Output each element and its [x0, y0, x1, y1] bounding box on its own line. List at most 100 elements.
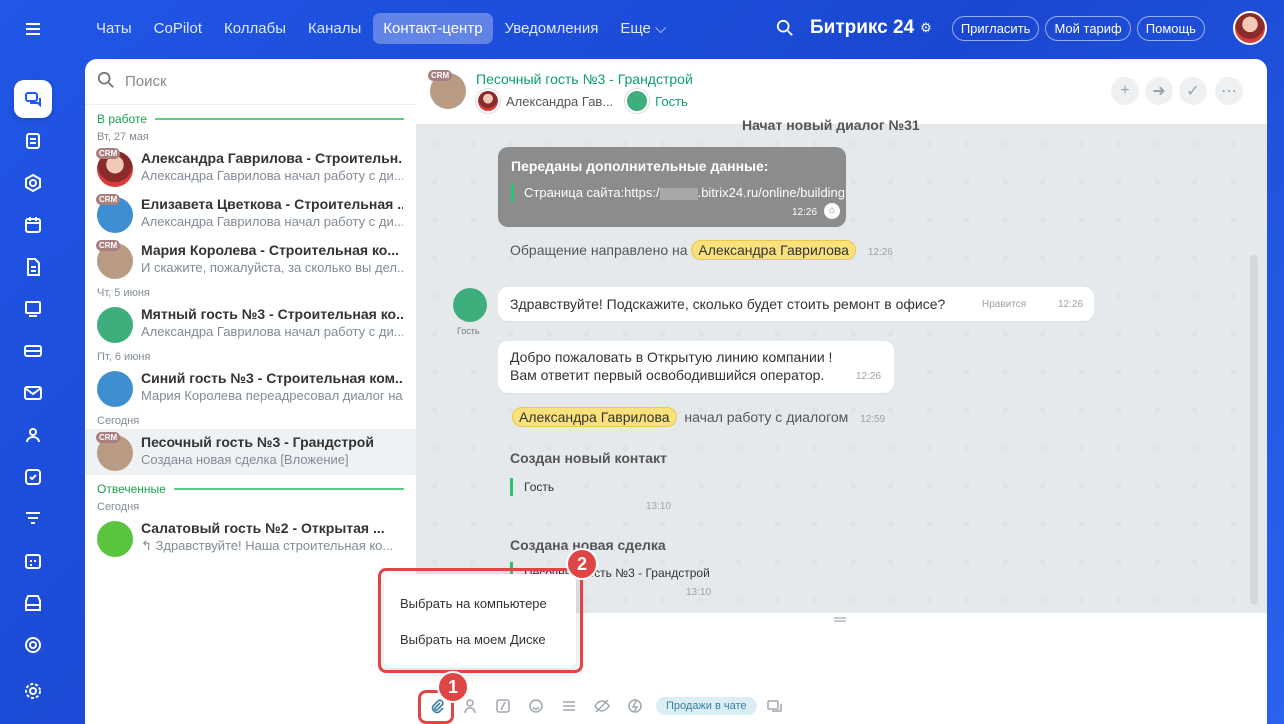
deal-time: 13:10: [686, 587, 712, 598]
additional-data-card: Переданы дополнительные данные: Страница…: [498, 147, 846, 227]
contact-link[interactable]: Гость: [524, 480, 554, 494]
item-subtitle: Александра Гаврилова начал работу с ди..…: [141, 168, 403, 183]
tab-collabs[interactable]: Коллабы: [214, 13, 296, 44]
template-icon[interactable]: [561, 698, 577, 714]
item-title: Салатовый гость №2 - Открытая ...: [141, 520, 385, 536]
new-dialog-notice: Начат новый диалог №31: [742, 117, 920, 133]
chat-title[interactable]: Песочный гость №3 - Грандстрой: [476, 71, 693, 87]
crm-badge: CRM: [428, 70, 453, 81]
highlight-frame-menu: [378, 568, 583, 673]
search-placeholder: Поиск: [125, 73, 167, 90]
list-item[interactable]: CRM Александра Гаврилова - Строительн...…: [85, 145, 416, 191]
top-right: Битрикс 24 ⚙ Пригласить Мой тариф Помощь: [776, 10, 1205, 46]
tab-copilot[interactable]: CoPilot: [144, 13, 212, 44]
add-icon[interactable]: +: [1111, 77, 1139, 105]
app-rail: [0, 0, 68, 724]
avatar: [97, 521, 133, 557]
user-icon[interactable]: [462, 698, 478, 714]
guest-name[interactable]: Гость: [655, 94, 688, 109]
date-separator: Сегодня: [97, 415, 140, 427]
item-subtitle: Александра Гаврилова начал работу с ди..…: [141, 324, 403, 339]
search-icon[interactable]: [776, 19, 794, 37]
tab-contact-center[interactable]: Контакт-центр: [373, 12, 493, 44]
hidden-icon[interactable]: [594, 698, 610, 714]
welcome-message: Добро пожаловать в Открытую линию компан…: [498, 341, 894, 393]
message-area: Начат новый диалог №31 Переданы дополнит…: [416, 117, 1267, 613]
crm-badge: CRM: [96, 240, 121, 251]
command-icon[interactable]: [495, 698, 511, 714]
mail-icon[interactable]: [14, 374, 52, 412]
avatar: [97, 307, 133, 343]
tab-chats[interactable]: Чаты: [86, 13, 142, 44]
schedule-icon[interactable]: [14, 542, 52, 580]
user-avatar[interactable]: [1233, 11, 1267, 45]
crm-badge: CRM: [96, 148, 121, 159]
chat-window-icon[interactable]: [767, 698, 783, 714]
more-icon[interactable]: ⋯: [1215, 77, 1243, 105]
card-icon[interactable]: [14, 332, 52, 370]
item-title: Мария Королева - Строительная ко...: [141, 242, 399, 258]
operator-mention[interactable]: Александра Гаврилова: [512, 407, 677, 427]
tariff-button[interactable]: Мой тариф: [1045, 15, 1131, 41]
search-icon: [97, 71, 125, 93]
list-item[interactable]: Синий гость №3 - Строительная ком... Мар…: [85, 365, 416, 411]
brand-settings-icon[interactable]: ⚙: [920, 20, 932, 36]
started-notice: Александра Гаврилова начал работу с диал…: [512, 407, 885, 427]
settings-icon[interactable]: [14, 672, 52, 710]
calendar-icon[interactable]: [14, 206, 52, 244]
like-button[interactable]: Нравится: [982, 299, 1026, 310]
search-box[interactable]: Поиск: [85, 59, 416, 105]
operator-avatar: [476, 89, 500, 113]
menu-icon[interactable]: [14, 10, 52, 48]
smile-icon[interactable]: [528, 698, 544, 714]
crm-icon[interactable]: [14, 290, 52, 328]
brand-logo: Битрикс 24: [810, 17, 915, 38]
chat-icon[interactable]: [14, 80, 52, 118]
guest-avatar: [625, 89, 650, 113]
lightning-icon[interactable]: [627, 698, 643, 714]
section-answered: Отвеченные: [85, 475, 416, 497]
hexagon-icon[interactable]: [14, 164, 52, 202]
list-item[interactable]: Салатовый гость №2 - Открытая ... ↰ Здра…: [85, 515, 416, 561]
list-item[interactable]: CRM Мария Королева - Строительная ко... …: [85, 237, 416, 283]
contact-created-title: Создан новый контакт: [510, 450, 667, 466]
item-title: Синий гость №3 - Строительная ком...: [141, 370, 403, 386]
chat-header: CRM Песочный гость №3 - Грандстрой Алекс…: [416, 59, 1267, 125]
guest-message: Здравствуйте! Подскажите, сколько будет …: [498, 287, 1094, 321]
list-item-active[interactable]: CRM Песочный гость №3 - Грандстрой Созда…: [85, 429, 416, 475]
tab-notifications[interactable]: Уведомления: [495, 13, 609, 44]
routed-notice: Обращение направлено на Александра Гаври…: [510, 240, 893, 260]
list-item[interactable]: CRM Елизавета Цветкова - Строительная ..…: [85, 191, 416, 237]
avatar: [97, 371, 133, 407]
operator-mention[interactable]: Александра Гаврилова: [691, 240, 856, 260]
date-separator: Чт, 5 июня: [97, 287, 150, 299]
list-item[interactable]: Мятный гость №3 - Строительная ко... Але…: [85, 301, 416, 347]
chat-participants: Александра Гав... Гость: [476, 89, 688, 113]
sales-in-chat-button[interactable]: Продажи в чате: [656, 697, 757, 715]
step-badge-1: 1: [437, 671, 469, 703]
help-button[interactable]: Помощь: [1136, 15, 1205, 41]
funnel-icon[interactable]: [14, 500, 52, 538]
users-icon[interactable]: [14, 416, 52, 454]
operator-name[interactable]: Александра Гав...: [506, 94, 613, 109]
document-icon[interactable]: [14, 248, 52, 286]
step-badge-2: 2: [566, 548, 598, 580]
checkbox-icon[interactable]: [14, 458, 52, 496]
item-subtitle: Создана новая сделка [Вложение]: [141, 452, 349, 467]
resize-handle[interactable]: [834, 617, 846, 619]
target-icon[interactable]: [14, 626, 52, 664]
guest-avatar[interactable]: [453, 288, 487, 322]
tab-channels[interactable]: Каналы: [298, 13, 371, 44]
tasks-icon[interactable]: [14, 122, 52, 160]
date-separator: Пт, 6 июня: [97, 351, 151, 363]
item-subtitle: ↰ Здравствуйте! Наша строительная ко...: [141, 538, 394, 553]
item-title: Александра Гаврилова - Строительн...: [141, 150, 403, 166]
shop-icon[interactable]: [14, 584, 52, 622]
tab-more[interactable]: Еще ⌵: [610, 13, 676, 44]
invite-button[interactable]: Пригласить: [951, 15, 1040, 41]
forward-icon[interactable]: ➜: [1145, 77, 1173, 105]
check-icon[interactable]: ✓: [1179, 77, 1207, 105]
scrollbar[interactable]: [1250, 255, 1258, 605]
date-separator: Сегодня: [97, 501, 140, 513]
item-subtitle: И скажите, пожалуйста, за сколько вы дел…: [141, 260, 403, 275]
